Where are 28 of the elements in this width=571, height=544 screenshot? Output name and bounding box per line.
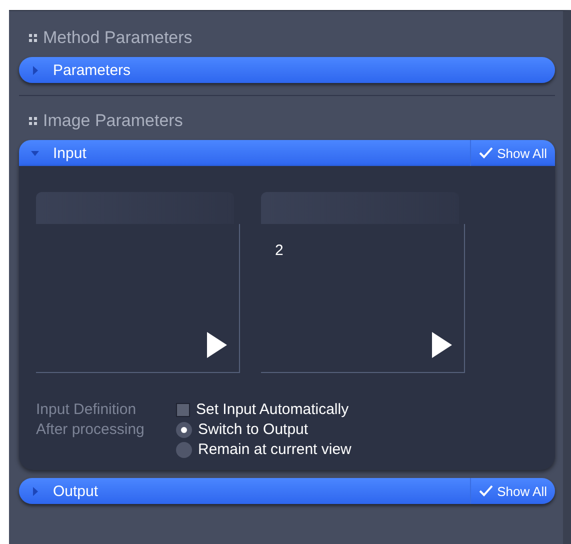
group-header[interactable]: Output Show All [19, 478, 555, 504]
section-title: Method Parameters [43, 28, 192, 48]
field-label: After processing [36, 421, 146, 438]
group-title: Parameters [53, 62, 132, 78]
checkbox[interactable] [176, 402, 190, 416]
radio-label: Remain at current view [198, 441, 352, 458]
group-header[interactable]: Input Show All [19, 140, 555, 166]
group-title: Output [53, 482, 100, 500]
radio-button[interactable] [176, 422, 192, 438]
caret-right-icon [31, 486, 39, 496]
section-title: Image Parameters [43, 111, 183, 131]
checkmark-icon [479, 485, 494, 497]
caret-right-icon [31, 66, 39, 74]
radio-label: Switch to Output [198, 421, 308, 438]
play-icon[interactable] [207, 332, 227, 358]
group-header[interactable]: Parameters [19, 57, 555, 83]
slot-number: 2 [275, 242, 284, 259]
play-icon[interactable] [432, 332, 452, 358]
grip-icon [29, 117, 37, 125]
image-slot[interactable]: 2 [261, 224, 465, 373]
field-label: Input Definition [36, 401, 138, 418]
group-title: Input [53, 144, 88, 162]
show-all-toggle[interactable]: Show All [470, 478, 555, 504]
caret-down-icon [31, 148, 39, 158]
grip-icon [29, 34, 37, 42]
radio-button[interactable] [176, 442, 192, 458]
checkbox-label: Set Input Automatically [196, 401, 349, 418]
checkmark-icon [479, 147, 494, 159]
